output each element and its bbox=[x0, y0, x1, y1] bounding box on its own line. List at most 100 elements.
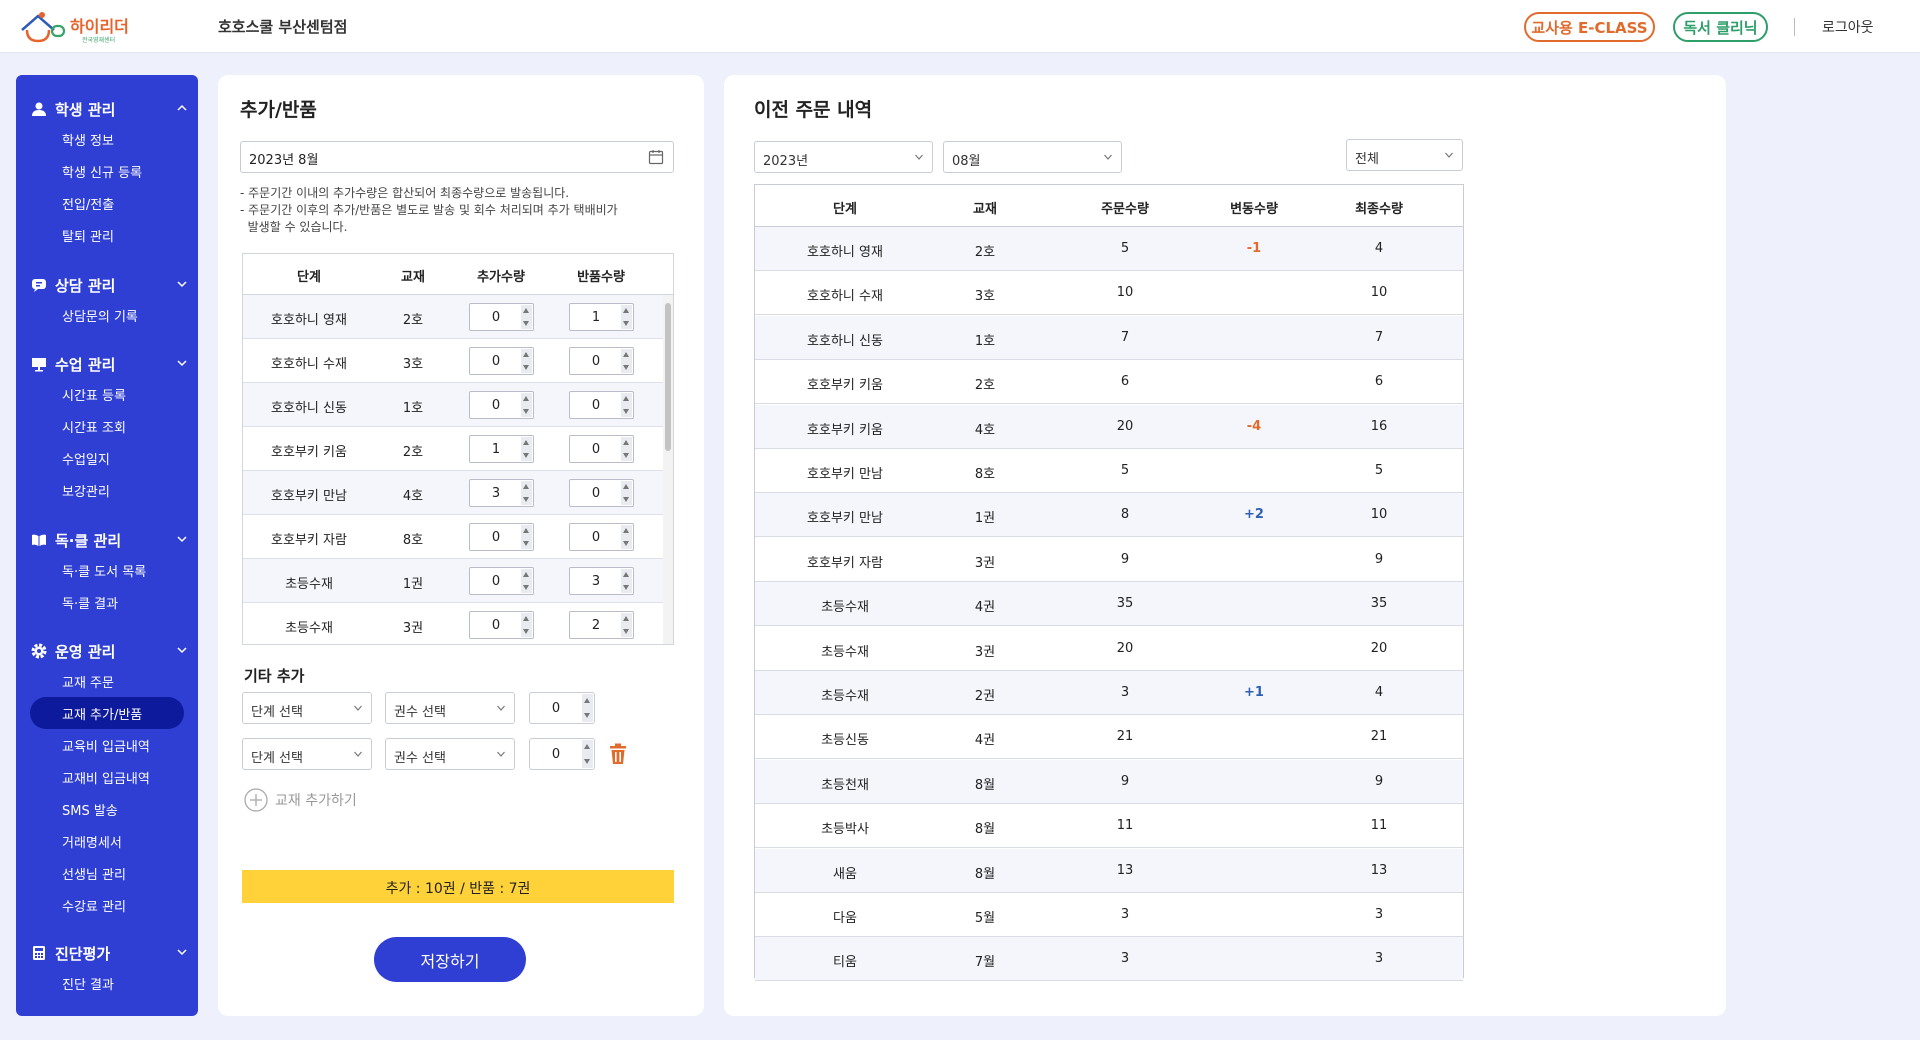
add-qty-stepper[interactable]: 0 bbox=[469, 567, 534, 595]
step-cell: 초등신동 bbox=[821, 733, 869, 749]
column-header: 추가수량 bbox=[477, 270, 525, 285]
sidebar-item-tuition-deposit[interactable]: 교육비 입금내역 bbox=[16, 729, 198, 761]
stepper-arrows-icon[interactable] bbox=[521, 393, 532, 417]
save-button[interactable]: 저장하기 bbox=[374, 937, 526, 982]
return-qty-stepper[interactable]: 0 bbox=[569, 523, 634, 551]
return-qty-stepper[interactable]: 0 bbox=[569, 435, 634, 463]
table-scrollbar[interactable] bbox=[663, 295, 673, 644]
add-book-label: 교재 추가하기 bbox=[275, 793, 357, 809]
order-qty-cell: 3 bbox=[1120, 951, 1130, 967]
return-qty-stepper[interactable]: 2 bbox=[569, 611, 634, 639]
calendar-icon[interactable] bbox=[648, 149, 664, 165]
order-qty-cell: 6 bbox=[1120, 374, 1130, 390]
add-qty-stepper[interactable]: 0 bbox=[469, 347, 534, 375]
book-cell: 2호 bbox=[402, 313, 424, 328]
sidebar-item-makeup[interactable]: 보강관리 bbox=[16, 474, 198, 506]
eclass-button[interactable]: 교사용 E-CLASS bbox=[1524, 12, 1655, 42]
stepper-arrows-icon[interactable] bbox=[521, 613, 532, 637]
stepper-arrows-icon[interactable] bbox=[521, 349, 532, 373]
stepper-arrows-icon[interactable] bbox=[621, 437, 632, 461]
sidebar-item-fee-manage[interactable]: 수강료 관리 bbox=[16, 889, 198, 921]
add-qty-stepper[interactable]: 1 bbox=[469, 435, 534, 463]
logout-link[interactable]: 로그아웃 bbox=[1822, 17, 1874, 37]
sidebar-item-transfer[interactable]: 전입/전출 bbox=[16, 187, 198, 219]
add-qty-stepper[interactable]: 0 bbox=[469, 523, 534, 551]
sidebar-item-consult-record[interactable]: 상담문의 기록 bbox=[16, 299, 198, 331]
table-row: 새움 8월 13 13 bbox=[755, 848, 1463, 893]
stepper-arrows-icon[interactable] bbox=[521, 569, 532, 593]
filter-select[interactable]: 전체 bbox=[1346, 139, 1463, 171]
sidebar-item-book-order[interactable]: 교재 주문 bbox=[16, 665, 198, 697]
top-header: 하이리더 전국영재센터 호호스쿨 부산센텀점 교사용 E-CLASS 독서 클리… bbox=[0, 0, 1920, 53]
add-qty-stepper[interactable]: 0 bbox=[469, 303, 534, 331]
stepper-arrows-icon[interactable] bbox=[582, 694, 593, 722]
table-row: 호호부키 키움 4호 20 -4 16 bbox=[755, 404, 1463, 449]
stepper-arrows-icon[interactable] bbox=[521, 525, 532, 549]
sidebar-section-header-student[interactable]: 학생 관리 bbox=[16, 95, 198, 123]
stepper-arrows-icon[interactable] bbox=[621, 613, 632, 637]
trash-icon[interactable] bbox=[608, 743, 628, 765]
add-qty-stepper[interactable]: 0 bbox=[469, 611, 534, 639]
scrollbar-thumb[interactable] bbox=[665, 303, 671, 451]
sidebar-section-header-diagnosis[interactable]: 진단평가 bbox=[16, 939, 198, 967]
return-qty-stepper[interactable]: 1 bbox=[569, 303, 634, 331]
table-row: 호호하니 수재 3호 10 10 bbox=[755, 271, 1463, 316]
sidebar-item-reading-results[interactable]: 독·클 결과 bbox=[16, 586, 198, 618]
add-qty-stepper[interactable]: 3 bbox=[469, 479, 534, 507]
return-qty-stepper[interactable]: 0 bbox=[569, 347, 634, 375]
chevron-down-icon bbox=[497, 705, 505, 711]
sidebar-item-book-add-return[interactable]: 교재 추가/반품 bbox=[30, 697, 184, 729]
chevron-down-icon bbox=[1445, 152, 1453, 158]
sidebar-section-header-operation[interactable]: 운영 관리 bbox=[16, 637, 198, 665]
sidebar-item-statement[interactable]: 거래명세서 bbox=[16, 825, 198, 857]
month-select[interactable]: 08월 bbox=[943, 141, 1122, 173]
stepper-arrows-icon[interactable] bbox=[521, 305, 532, 329]
stepper-arrows-icon[interactable] bbox=[621, 393, 632, 417]
step-select[interactable]: 단계 선택 bbox=[242, 738, 372, 770]
sidebar-section-header-consult[interactable]: 상담 관리 bbox=[16, 271, 198, 299]
add-book-button[interactable]: 교재 추가하기 bbox=[244, 787, 357, 813]
select-value: 전체 bbox=[1355, 152, 1379, 167]
year-select[interactable]: 2023년 bbox=[754, 141, 933, 173]
stepper-arrows-icon[interactable] bbox=[621, 305, 632, 329]
order-history-panel: 이전 주문 내역 2023년 08월 전체 단계 교재 주문수량 변동수량 최종… bbox=[724, 75, 1726, 1016]
volume-select[interactable]: 권수 선택 bbox=[385, 738, 515, 770]
sidebar-item-withdrawal[interactable]: 탈퇴 관리 bbox=[16, 219, 198, 251]
etc-qty-stepper[interactable]: 0 bbox=[529, 738, 595, 770]
etc-qty-value: 0 bbox=[551, 747, 561, 762]
add-qty-stepper[interactable]: 0 bbox=[469, 391, 534, 419]
reading-clinic-button[interactable]: 독서 클리닉 bbox=[1673, 12, 1768, 42]
return-qty-stepper[interactable]: 0 bbox=[569, 391, 634, 419]
sidebar-section-header-class[interactable]: 수업 관리 bbox=[16, 350, 198, 378]
stepper-arrows-icon[interactable] bbox=[521, 481, 532, 505]
chevron-down-icon bbox=[177, 281, 187, 288]
step-select[interactable]: 단계 선택 bbox=[242, 692, 372, 724]
stepper-arrows-icon[interactable] bbox=[621, 481, 632, 505]
stepper-arrows-icon[interactable] bbox=[621, 525, 632, 549]
stepper-arrows-icon[interactable] bbox=[621, 349, 632, 373]
sidebar-item-student-info[interactable]: 학생 정보 bbox=[16, 123, 198, 155]
return-qty-stepper[interactable]: 3 bbox=[569, 567, 634, 595]
sidebar-item-book-fee-deposit[interactable]: 교재비 입금내역 bbox=[16, 761, 198, 793]
table-row: 호호하니 수재 3호 0 0 bbox=[243, 339, 663, 383]
sidebar-item-timetable-register[interactable]: 시간표 등록 bbox=[16, 378, 198, 410]
sidebar-item-diagnosis-result[interactable]: 진단 결과 bbox=[16, 967, 198, 999]
date-picker[interactable]: 2023년 8월 bbox=[240, 141, 674, 173]
sidebar-item-sms[interactable]: SMS 발송 bbox=[16, 793, 198, 825]
chevron-down-icon bbox=[915, 154, 923, 160]
panel-title: 이전 주문 내역 bbox=[754, 99, 873, 121]
etc-qty-stepper[interactable]: 0 bbox=[529, 692, 595, 724]
return-qty-stepper[interactable]: 0 bbox=[569, 479, 634, 507]
book-cell: 2호 bbox=[974, 378, 996, 394]
sidebar-item-timetable-view[interactable]: 시간표 조회 bbox=[16, 410, 198, 442]
sidebar-item-reading-books[interactable]: 독·클 도서 목록 bbox=[16, 554, 198, 586]
sidebar-item-student-register[interactable]: 학생 신규 등록 bbox=[16, 155, 198, 187]
sidebar-section-header-reading[interactable]: 독·클 관리 bbox=[16, 526, 198, 554]
hileader-logo[interactable]: 하이리더 전국영재센터 bbox=[18, 8, 138, 46]
stepper-arrows-icon[interactable] bbox=[621, 569, 632, 593]
sidebar-item-teacher-manage[interactable]: 선생님 관리 bbox=[16, 857, 198, 889]
volume-select[interactable]: 권수 선택 bbox=[385, 692, 515, 724]
stepper-arrows-icon[interactable] bbox=[521, 437, 532, 461]
sidebar-item-class-log[interactable]: 수업일지 bbox=[16, 442, 198, 474]
stepper-arrows-icon[interactable] bbox=[582, 740, 593, 768]
